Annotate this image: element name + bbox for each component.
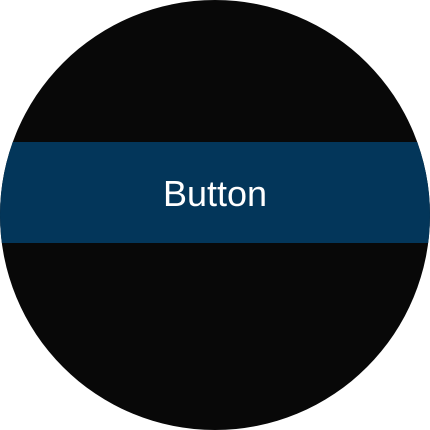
button-label: Button [162,172,268,214]
round-screen: Button [0,0,430,430]
primary-button[interactable]: Button [0,142,430,243]
